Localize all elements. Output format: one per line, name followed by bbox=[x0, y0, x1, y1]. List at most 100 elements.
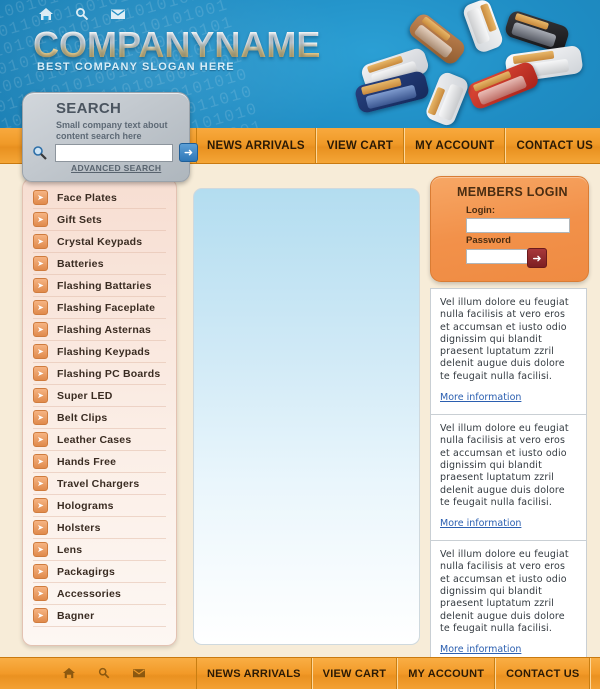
sidebar-item-label: Travel Chargers bbox=[57, 477, 140, 490]
search-panel-title: SEARCH bbox=[56, 100, 122, 117]
sidebar-item-label: Gift Sets bbox=[57, 213, 102, 226]
footer-icon-bar bbox=[62, 667, 146, 679]
arrow-right-icon: ➤ bbox=[33, 498, 48, 513]
footer-nav-item-my-account[interactable]: MY ACCOUNT bbox=[397, 658, 496, 689]
sidebar-item-flashing-battaries[interactable]: ➤ Flashing Battaries bbox=[33, 275, 166, 297]
news-blocks-list: Vel illum dolore eu feugiat nulla facili… bbox=[430, 288, 587, 689]
arrow-right-icon: ➤ bbox=[33, 476, 48, 491]
search-panel: SEARCH Small company text about content … bbox=[22, 92, 198, 182]
search-row: ➜ bbox=[31, 143, 198, 162]
sidebar-item-bagner[interactable]: ➤ Bagner bbox=[33, 605, 166, 627]
password-field-label: Password bbox=[466, 235, 511, 246]
company-slogan: BEST COMPANY SLOGAN HERE bbox=[37, 61, 235, 73]
mail-icon[interactable] bbox=[110, 7, 126, 21]
arrow-right-icon: ➤ bbox=[33, 366, 48, 381]
sidebar-item-label: Leather Cases bbox=[57, 433, 132, 446]
sidebar-item-label: Holsters bbox=[57, 521, 101, 534]
nav-item-contact-us[interactable]: CONTACT US bbox=[505, 128, 600, 163]
sidebar-item-label: Flashing Asternas bbox=[57, 323, 152, 336]
arrow-right-icon: ➤ bbox=[33, 410, 48, 425]
sidebar-item-crystal-keypads[interactable]: ➤ Crystal Keypads bbox=[33, 231, 166, 253]
advanced-search-link[interactable]: ADVANCED SEARCH bbox=[71, 163, 161, 173]
sidebar-item-accessories[interactable]: ➤ Accessories bbox=[33, 583, 166, 605]
footer-nav-item-contact-us[interactable]: CONTACT US bbox=[495, 658, 591, 689]
sidebar-item-label: Holograms bbox=[57, 499, 114, 512]
sidebar-item-label: Batteries bbox=[57, 257, 104, 270]
arrow-right-icon: ➤ bbox=[33, 542, 48, 557]
sidebar-item-gift-sets[interactable]: ➤ Gift Sets bbox=[33, 209, 166, 231]
arrow-right-icon: ➤ bbox=[33, 564, 48, 579]
sidebar-item-label: Accessories bbox=[57, 587, 122, 600]
sidebar-item-label: Crystal Keypads bbox=[57, 235, 143, 248]
arrow-right-icon: ➤ bbox=[33, 608, 48, 623]
sidebar-item-hands-free[interactable]: ➤ Hands Free bbox=[33, 451, 166, 473]
arrow-right-icon: ➤ bbox=[33, 234, 48, 249]
members-login-panel: MEMBERS LOGIN Login: Password ➜ bbox=[430, 176, 589, 282]
news-block: Vel illum dolore eu feugiat nulla facili… bbox=[430, 541, 587, 668]
login-field-label: Login: bbox=[466, 205, 496, 216]
sidebar-item-label: Bagner bbox=[57, 609, 95, 622]
sidebar-item-lens[interactable]: ➤ Lens bbox=[33, 539, 166, 561]
sidebar-item-holsters[interactable]: ➤ Holsters bbox=[33, 517, 166, 539]
nav-item-my-account[interactable]: MY ACCOUNT bbox=[404, 128, 506, 163]
site-footer: NEWS ARRIVALS VIEW CART MY ACCOUNT CONTA… bbox=[0, 657, 600, 689]
sidebar-item-flashing-faceplate[interactable]: ➤ Flashing Faceplate bbox=[33, 297, 166, 319]
sidebar-item-packagirgs[interactable]: ➤ Packagirgs bbox=[33, 561, 166, 583]
phones-collage-image bbox=[350, 0, 600, 128]
sidebar-item-label: Belt Clips bbox=[57, 411, 108, 424]
search-input[interactable] bbox=[55, 143, 173, 162]
more-information-link[interactable]: More information bbox=[440, 392, 521, 403]
footer-nav-item-about-uis[interactable]: ABOUT UIS bbox=[590, 658, 600, 689]
more-information-link[interactable]: More information bbox=[440, 518, 521, 529]
search-icon[interactable] bbox=[74, 7, 90, 21]
password-input[interactable] bbox=[466, 249, 529, 264]
sidebar-item-flashing-keypads[interactable]: ➤ Flashing Keypads bbox=[33, 341, 166, 363]
sidebar-item-leather-cases[interactable]: ➤ Leather Cases bbox=[33, 429, 166, 451]
news-text: Vel illum dolore eu feugiat nulla facili… bbox=[440, 297, 569, 382]
home-icon[interactable] bbox=[62, 667, 76, 679]
sidebar-item-batteries[interactable]: ➤ Batteries bbox=[33, 253, 166, 275]
sidebar-item-label: Flashing Faceplate bbox=[57, 301, 156, 314]
news-text: Vel illum dolore eu feugiat nulla facili… bbox=[440, 423, 569, 508]
members-login-title: MEMBERS LOGIN bbox=[457, 185, 568, 199]
mail-icon[interactable] bbox=[132, 667, 146, 679]
search-icon[interactable] bbox=[97, 667, 111, 679]
arrow-right-icon: ➤ bbox=[33, 344, 48, 359]
sidebar-item-super-led[interactable]: ➤ Super LED bbox=[33, 385, 166, 407]
company-name: COMPANYNAME bbox=[33, 24, 321, 65]
category-sidebar: ➤ Face Plates ➤ Gift Sets ➤ Crystal Keyp… bbox=[22, 178, 177, 646]
sidebar-item-travel-chargers[interactable]: ➤ Travel Chargers bbox=[33, 473, 166, 495]
nav-item-news-arrivals[interactable]: NEWS ARRIVALS bbox=[196, 128, 316, 163]
search-submit-button[interactable]: ➜ bbox=[179, 143, 198, 162]
news-block: Vel illum dolore eu feugiat nulla facili… bbox=[430, 288, 587, 416]
sidebar-item-flashing-pc-boards[interactable]: ➤ Flashing PC Boards bbox=[33, 363, 166, 385]
sidebar-item-label: Flashing Battaries bbox=[57, 279, 152, 292]
sidebar-item-flashing-asternas[interactable]: ➤ Flashing Asternas bbox=[33, 319, 166, 341]
arrow-right-icon: ➤ bbox=[33, 300, 48, 315]
footer-nav-item-view-cart[interactable]: VIEW CART bbox=[311, 658, 398, 689]
arrow-right-icon: ➤ bbox=[33, 520, 48, 535]
sidebar-item-belt-clips[interactable]: ➤ Belt Clips bbox=[33, 407, 166, 429]
arrow-right-icon: ➤ bbox=[33, 190, 48, 205]
login-submit-button[interactable]: ➜ bbox=[527, 248, 547, 268]
phone-white-bottom bbox=[423, 70, 471, 128]
sidebar-item-label: Flashing PC Boards bbox=[57, 367, 161, 380]
sidebar-item-holograms[interactable]: ➤ Holograms bbox=[33, 495, 166, 517]
phone-white-top bbox=[461, 0, 505, 55]
nav-items: NEWS ARRIVALS VIEW CART MY ACCOUNT CONTA… bbox=[196, 128, 600, 163]
sidebar-item-face-plates[interactable]: ➤ Face Plates bbox=[33, 187, 166, 209]
page-root: 10101010010101101010010101 0101010110101… bbox=[0, 0, 600, 689]
arrow-right-icon: ➤ bbox=[33, 454, 48, 469]
search-panel-subtitle: Small company text about content search … bbox=[56, 120, 168, 141]
sidebar-item-label: Super LED bbox=[57, 389, 113, 402]
nav-item-view-cart[interactable]: VIEW CART bbox=[315, 128, 405, 163]
sidebar-item-label: Packagirgs bbox=[57, 565, 116, 578]
arrow-right-icon: ➤ bbox=[33, 322, 48, 337]
sidebar-item-label: Lens bbox=[57, 543, 83, 556]
home-icon[interactable] bbox=[38, 7, 54, 21]
sidebar-item-label: Face Plates bbox=[57, 191, 117, 204]
more-information-link[interactable]: More information bbox=[440, 644, 521, 655]
arrow-right-icon: ➤ bbox=[33, 388, 48, 403]
footer-nav-item-news-arrivals[interactable]: NEWS ARRIVALS bbox=[196, 658, 312, 689]
login-input[interactable] bbox=[466, 218, 570, 233]
